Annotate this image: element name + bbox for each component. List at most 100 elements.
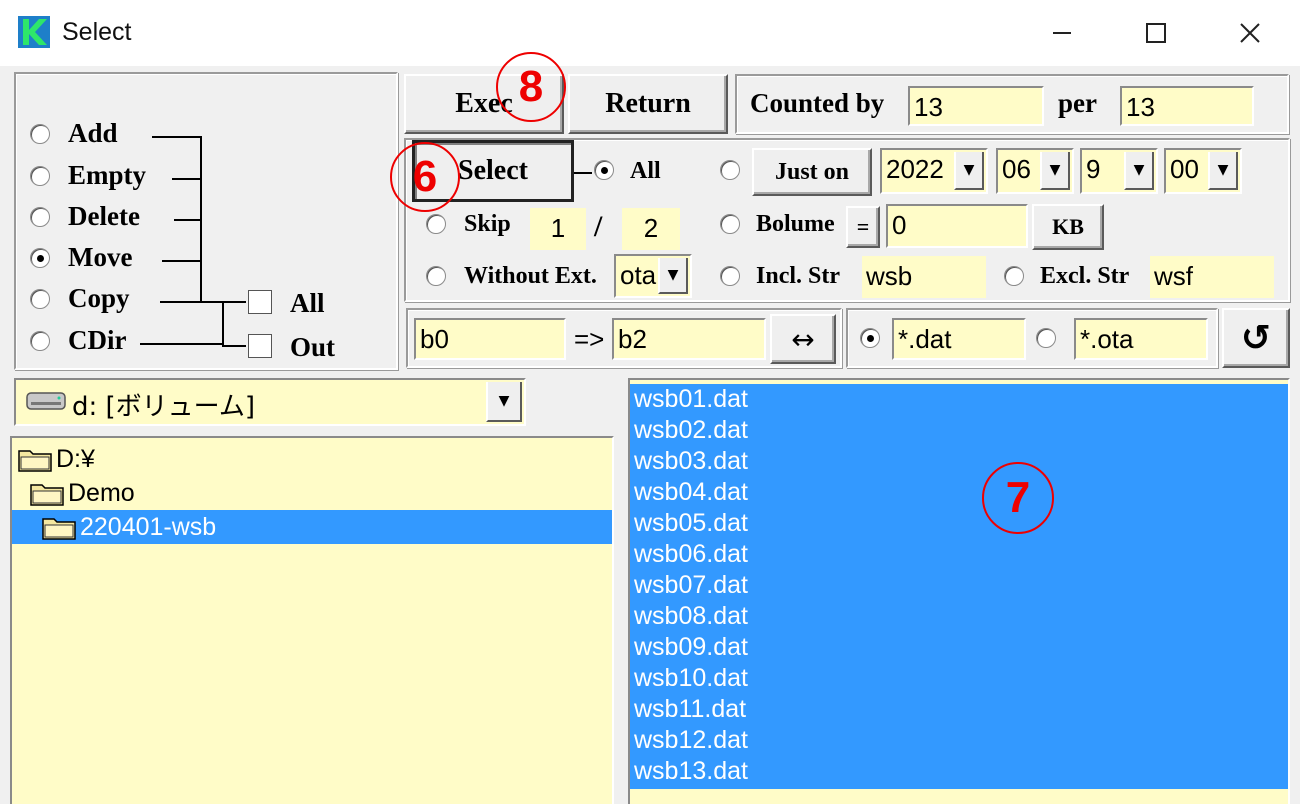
annotation-7: 7 <box>982 462 1054 534</box>
skip-separator: / <box>594 210 603 243</box>
pattern2-field[interactable]: *.ota <box>1074 318 1208 360</box>
close-button[interactable] <box>1220 10 1280 56</box>
tree-item-220401-wsb[interactable]: 220401-wsb <box>42 510 216 544</box>
incl-str-field[interactable]: wsb <box>862 256 986 298</box>
bolume-field[interactable]: 0 <box>886 204 1028 248</box>
radio-select-all[interactable] <box>594 160 614 180</box>
list-item[interactable]: wsb13.dat <box>634 756 748 787</box>
day-select[interactable]: 9 ▼ <box>1080 148 1158 194</box>
chevron-down-icon[interactable]: ▼ <box>954 152 984 190</box>
radio-pattern2[interactable] <box>1036 328 1056 348</box>
radio-move[interactable] <box>30 248 50 268</box>
chevron-down-icon[interactable]: ▼ <box>1208 152 1238 190</box>
pattern1-field[interactable]: *.dat <box>892 318 1026 360</box>
list-item[interactable]: wsb03.dat <box>634 446 748 477</box>
chevron-down-icon[interactable]: ▼ <box>1040 152 1070 190</box>
list-item[interactable]: wsb06.dat <box>634 539 748 570</box>
counted-by-field[interactable]: 13 <box>908 86 1044 126</box>
bolume-operator-button[interactable]: = <box>846 206 880 248</box>
per-field[interactable]: 13 <box>1120 86 1254 126</box>
radio-bolume[interactable] <box>720 214 740 234</box>
tree-item-label: Demo <box>68 478 135 507</box>
mode-label-add: Add <box>68 118 118 148</box>
chevron-down-icon[interactable]: ▼ <box>1124 152 1154 190</box>
radio-without-ext[interactable] <box>426 266 446 286</box>
mode-label-copy: Copy <box>68 283 130 313</box>
list-item[interactable]: wsb05.dat <box>634 508 748 539</box>
radio-cdir[interactable] <box>30 331 50 351</box>
connector-line <box>574 172 592 174</box>
skip-label: Skip <box>464 211 511 237</box>
just-on-button[interactable]: Just on <box>752 148 872 196</box>
counted-by-label: Counted by <box>750 88 885 118</box>
file-list[interactable]: wsb01.dat wsb02.dat wsb03.dat wsb04.dat … <box>628 378 1290 804</box>
tree-item-label: D:¥ <box>56 444 95 473</box>
drive-select[interactable]: d: [ボリューム] ▼ <box>14 378 526 426</box>
excl-str-label: Excl. Str <box>1040 263 1130 289</box>
kb-button[interactable]: KB <box>1032 204 1104 250</box>
chevron-down-icon[interactable]: ▼ <box>486 382 522 422</box>
checkbox-all-label: All <box>290 288 325 318</box>
day-value: 9 <box>1086 154 1101 184</box>
connector-line <box>172 178 202 180</box>
radio-delete[interactable] <box>30 207 50 227</box>
list-item[interactable]: wsb07.dat <box>634 570 748 601</box>
connector-line <box>222 345 246 347</box>
ext-select[interactable]: ota ▼ <box>614 254 692 298</box>
rename-to-field[interactable]: b2 <box>612 318 766 360</box>
radio-empty[interactable] <box>30 166 50 186</box>
refresh-button[interactable]: ↺ <box>1222 308 1290 368</box>
window-title: Select <box>62 18 132 46</box>
without-ext-label: Without Ext. <box>464 263 597 289</box>
radio-skip[interactable] <box>426 214 446 234</box>
rename-arrow: => <box>574 324 605 354</box>
tree-item-root[interactable]: D:¥ <box>18 442 95 476</box>
connector-line <box>174 219 202 221</box>
mode-label-delete: Delete <box>68 201 140 231</box>
year-value: 2022 <box>886 154 944 184</box>
skip-b-field[interactable]: 2 <box>622 208 680 250</box>
connector-line <box>152 136 202 138</box>
month-select[interactable]: 06 ▼ <box>996 148 1074 194</box>
checkbox-out[interactable] <box>248 334 272 358</box>
ext-value: ota <box>620 260 657 290</box>
list-item[interactable]: wsb01.dat <box>634 384 748 415</box>
tree-item-label: 220401-wsb <box>80 512 217 541</box>
radio-just-on[interactable] <box>720 160 740 180</box>
app-icon <box>18 16 50 48</box>
hour-select[interactable]: 00 ▼ <box>1164 148 1242 194</box>
list-item[interactable]: wsb09.dat <box>634 632 748 663</box>
list-item[interactable]: wsb02.dat <box>634 415 748 446</box>
skip-a-field[interactable]: 1 <box>530 208 586 250</box>
list-item[interactable]: wsb10.dat <box>634 663 748 694</box>
radio-incl-str[interactable] <box>720 266 740 286</box>
swap-button[interactable]: ↔ <box>770 314 836 364</box>
folder-icon <box>30 480 64 506</box>
year-select[interactable]: 2022 ▼ <box>880 148 988 194</box>
tree-item-demo[interactable]: Demo <box>30 476 135 510</box>
mode-label-cdir: CDir <box>68 325 127 355</box>
hour-value: 00 <box>1170 154 1199 184</box>
radio-excl-str[interactable] <box>1004 266 1024 286</box>
list-item[interactable]: wsb12.dat <box>634 725 748 756</box>
radio-add[interactable] <box>30 124 50 144</box>
radio-pattern1[interactable] <box>860 328 880 348</box>
list-item[interactable]: wsb11.dat <box>634 694 746 725</box>
maximize-button[interactable] <box>1126 10 1186 56</box>
month-value: 06 <box>1002 154 1031 184</box>
folder-tree[interactable]: D:¥ Demo 220401-wsb <box>10 436 614 804</box>
rename-from-field[interactable]: b0 <box>414 318 566 360</box>
minimize-button[interactable] <box>1032 10 1092 56</box>
chevron-down-icon[interactable]: ▼ <box>658 258 688 294</box>
excl-str-field[interactable]: wsf <box>1150 256 1274 298</box>
connector-line <box>222 301 224 345</box>
annotation-6: 6 <box>390 142 460 212</box>
mode-label-empty: Empty <box>68 160 147 190</box>
checkbox-all[interactable] <box>248 290 272 314</box>
checkbox-out-label: Out <box>290 332 336 362</box>
return-button[interactable]: Return <box>568 74 728 134</box>
list-item[interactable]: wsb04.dat <box>634 477 748 508</box>
radio-copy[interactable] <box>30 289 50 309</box>
list-item[interactable]: wsb08.dat <box>634 601 748 632</box>
folder-icon <box>42 514 76 540</box>
